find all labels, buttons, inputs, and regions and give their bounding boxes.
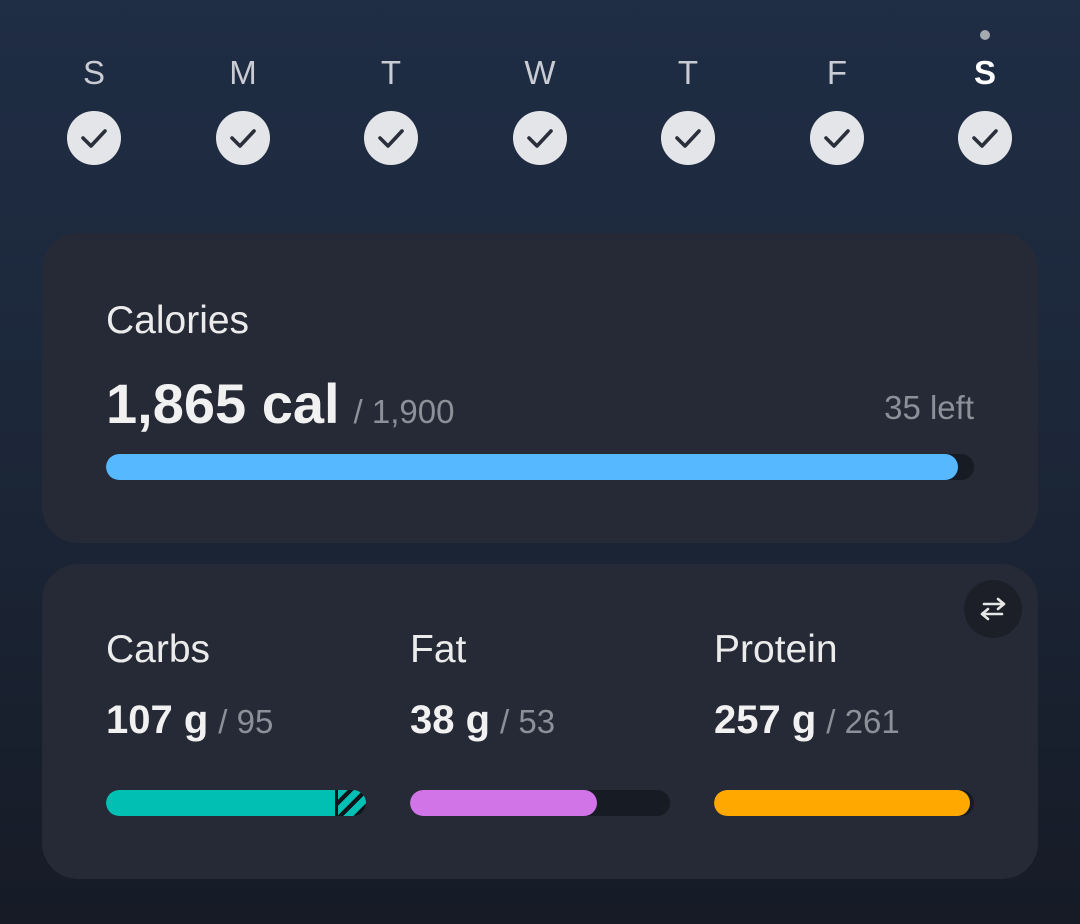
macro-goal: / 53: [500, 703, 556, 740]
macro-consumed: 257 g: [714, 698, 817, 742]
macro-title: Carbs: [106, 628, 211, 671]
day-4[interactable]: T: [628, 0, 748, 200]
calories-card[interactable]: Calories 1,865 cal / 1,900 35 left: [42, 233, 1038, 543]
day-letter: W: [524, 54, 556, 91]
day-5[interactable]: F: [777, 0, 897, 200]
macro-goal: / 261: [826, 703, 900, 740]
checkmark-icon: [810, 111, 864, 165]
macro-progress-fill: [714, 790, 971, 816]
calories-title: Calories: [106, 299, 250, 342]
calories-values: 1,865 cal / 1,900: [106, 371, 454, 436]
checkmark-icon: [67, 111, 121, 165]
macro-over-limit-stripes: [334, 790, 366, 816]
checkmark-icon: [364, 111, 418, 165]
macro-values: 107 g/ 95: [106, 698, 366, 743]
checkmark-icon: [513, 111, 567, 165]
macro-title: Fat: [410, 628, 467, 671]
day-letter: S: [82, 54, 105, 91]
day-0[interactable]: S: [34, 0, 154, 200]
macro-progress-fill: [410, 790, 598, 816]
macro-progress-bar: [714, 790, 974, 816]
macro-progress-fill: [106, 790, 366, 816]
macro-goal: / 95: [218, 703, 274, 740]
calories-consumed: 1,865 cal: [106, 372, 340, 435]
day-6[interactable]: S: [925, 0, 1045, 200]
checkmark-icon: [216, 111, 270, 165]
macro-carbs: Carbs 107 g/ 95: [106, 628, 366, 816]
day-letter: M: [229, 54, 257, 91]
day-letter: T: [677, 54, 699, 91]
day-letter: T: [380, 54, 402, 91]
macros-card[interactable]: Carbs 107 g/ 95 Fat 38 g/ 53 Protein 257 g/ 2…: [42, 564, 1038, 879]
macro-title: Protein: [714, 628, 838, 671]
macro-protein: Protein 257 g/ 261: [714, 628, 974, 816]
macro-progress-bar: [106, 790, 366, 816]
day-letter: S: [973, 54, 996, 91]
day-letter: F: [826, 54, 848, 91]
calories-goal: / 1,900: [353, 393, 455, 430]
macro-consumed: 38 g: [410, 698, 491, 742]
week-day-strip: SMTWTFS: [0, 0, 1080, 200]
day-3[interactable]: W: [480, 0, 600, 200]
day-2[interactable]: T: [331, 0, 451, 200]
checkmark-icon: [958, 111, 1012, 165]
today-indicator-dot: [980, 30, 990, 40]
calories-left: 35 left: [884, 389, 974, 426]
macro-fat: Fat 38 g/ 53: [410, 628, 670, 816]
macro-values: 257 g/ 261: [714, 698, 974, 743]
calories-progress-bar: [106, 454, 974, 480]
day-1[interactable]: M: [183, 0, 303, 200]
swap-arrows-icon: [980, 597, 1006, 621]
macro-progress-bar: [410, 790, 670, 816]
macro-values: 38 g/ 53: [410, 698, 670, 743]
macro-consumed: 107 g: [106, 698, 209, 742]
calories-progress-fill: [106, 454, 959, 480]
checkmark-icon: [661, 111, 715, 165]
